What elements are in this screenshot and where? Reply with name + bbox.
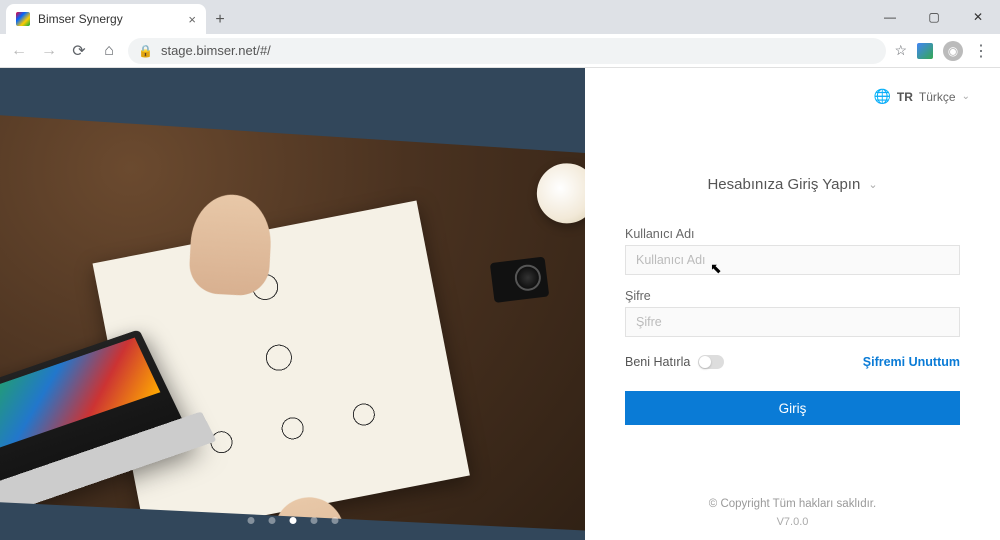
lang-code: TR [897,90,913,104]
password-group: Şifre [625,289,960,337]
lang-name: Türkçe [919,90,956,104]
login-heading-text: Hesabınıza Giriş Yapın [707,176,860,193]
username-label: Kullanıcı Adı [625,227,960,241]
reload-icon[interactable]: ⟳ [68,40,90,62]
browser-addressbar: ← → ⟳ ⌂ 🔒 stage.bimser.net/#/ ☆ ◉ ⋮ [0,34,1000,68]
browser-tab[interactable]: Bimser Synergy × [6,4,206,34]
remember-toggle[interactable] [698,355,724,369]
forgot-password-link[interactable]: Şifremi Unuttum [863,355,960,369]
minimize-button[interactable]: — [868,0,912,34]
home-icon[interactable]: ⌂ [98,40,120,62]
url-input[interactable]: 🔒 stage.bimser.net/#/ [128,38,886,64]
chevron-down-icon: ⌄ [962,91,970,102]
password-input[interactable] [625,307,960,337]
lock-icon: 🔒 [138,44,153,58]
window-controls: — ▢ ✕ [868,0,1000,34]
remember-label: Beni Hatırla [625,355,690,369]
carousel-dot[interactable] [247,517,254,524]
tab-title: Bimser Synergy [38,12,123,26]
language-selector[interactable]: 🌐 TR Türkçe ⌄ [873,88,970,105]
copyright-text: © Copyright Tüm hakları saklıdır. [625,498,960,510]
bookmark-icon[interactable]: ☆ [894,42,907,59]
menu-icon[interactable]: ⋮ [973,41,988,61]
carousel-dot[interactable] [289,517,296,524]
login-heading[interactable]: Hesabınıza Giriş Yapın ⌄ [625,176,960,193]
carousel-dot[interactable] [268,517,275,524]
page-content: 🌐 TR Türkçe ⌄ Hesabınıza Giriş Yapın ⌄ K… [0,68,1000,540]
globe-icon: 🌐 [873,88,890,105]
username-group: Kullanıcı Adı [625,227,960,275]
close-icon[interactable]: × [188,12,196,27]
new-tab-button[interactable]: + [206,6,234,34]
login-panel: 🌐 TR Türkçe ⌄ Hesabınıza Giriş Yapın ⌄ K… [585,68,1000,540]
favicon-icon [16,12,30,26]
browser-tabbar: Bimser Synergy × + — ▢ ✕ [0,0,1000,34]
carousel-dots [247,517,338,524]
password-label: Şifre [625,289,960,303]
version-text: V7.0.0 [625,516,960,528]
profile-icon[interactable]: ◉ [943,41,963,61]
hero-carousel [0,68,585,540]
username-input[interactable] [625,245,960,275]
forward-icon[interactable]: → [38,40,60,62]
carousel-dot[interactable] [331,517,338,524]
url-text: stage.bimser.net/#/ [161,43,271,58]
chevron-down-icon: ⌄ [868,178,877,191]
back-icon[interactable]: ← [8,40,30,62]
maximize-button[interactable]: ▢ [912,0,956,34]
login-button[interactable]: Giriş [625,391,960,425]
close-window-button[interactable]: ✕ [956,0,1000,34]
extension-icon[interactable] [917,43,933,59]
carousel-dot[interactable] [310,517,317,524]
